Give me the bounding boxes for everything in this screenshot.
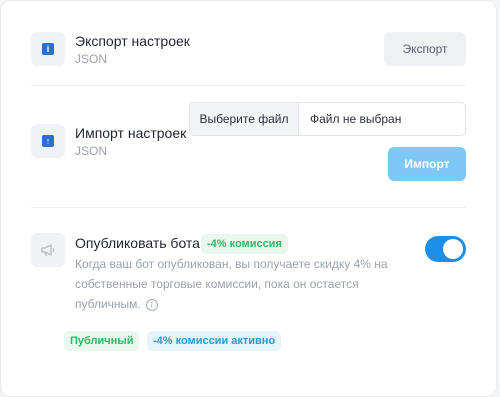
toggle-knob (443, 239, 463, 259)
choose-file-button[interactable]: Выберите файл (190, 103, 299, 135)
settings-card: i Экспорт настроек JSON Экспорт ↑ Импорт… (0, 0, 497, 397)
import-button[interactable]: Импорт (388, 147, 466, 181)
info-emoji-icon: i (42, 43, 54, 55)
publish-icon-box (31, 233, 65, 267)
publish-description: Когда ваш бот опубликован, вы получаете … (75, 254, 415, 314)
file-status-text: Файл не выбран (310, 112, 402, 126)
up-arrow-emoji-icon: ↑ (42, 135, 54, 147)
info-icon[interactable]: i (145, 298, 158, 311)
publish-title: Опубликовать бота (75, 235, 200, 251)
divider (31, 85, 466, 86)
export-subtitle: JSON (75, 52, 108, 66)
public-status-badge: Публичный (64, 331, 140, 351)
publish-description-text: Когда ваш бот опубликован, вы получаете … (75, 257, 388, 311)
publish-toggle[interactable] (425, 236, 466, 262)
export-title: Экспорт настроек (75, 33, 190, 49)
import-subtitle: JSON (75, 144, 108, 158)
file-input[interactable]: Выберите файл Файл не выбран (189, 102, 466, 136)
commission-badge: -4% комиссия (201, 234, 288, 254)
megaphone-icon (41, 244, 55, 257)
import-icon-box: ↑ (31, 124, 65, 158)
export-button[interactable]: Экспорт (384, 32, 466, 66)
commission-active-badge: -4% комиссии активно (147, 331, 282, 351)
import-title: Импорт настроек (75, 125, 187, 141)
divider (31, 207, 466, 208)
export-icon-box: i (31, 32, 65, 66)
